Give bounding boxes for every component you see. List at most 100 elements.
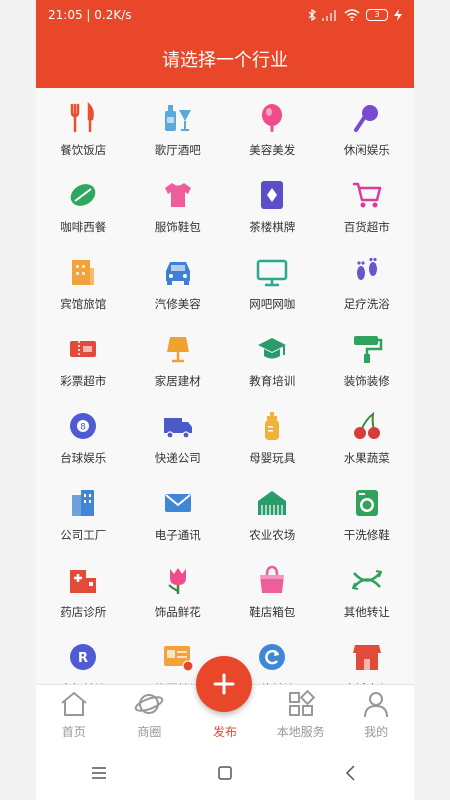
category-item-21[interactable]: 公司工厂 — [36, 473, 131, 550]
category-item-10[interactable]: 汽修美容 — [131, 242, 226, 319]
network-speed: 0.2K/s — [94, 8, 132, 22]
clock-time: 21:05 — [48, 8, 83, 22]
category-item-28[interactable]: 其他转让 — [320, 550, 415, 627]
category-item-25[interactable]: 药店诊所 — [36, 550, 131, 627]
category-item-26[interactable]: 饰品鲜花 — [131, 550, 226, 627]
bottle-glass-icon — [164, 105, 191, 131]
tulip-icon — [168, 568, 186, 594]
category-item-22[interactable]: 电子通讯 — [131, 473, 226, 550]
nav-item-home[interactable]: 首页 — [36, 689, 112, 746]
status-bar: 21:05 | 0.2K/s 3 — [36, 0, 414, 30]
coffee-bean-icon — [70, 184, 96, 206]
system-nav-bar — [36, 746, 414, 800]
cherries-icon — [353, 411, 380, 439]
microphone-icon — [353, 105, 378, 132]
category-item-14[interactable]: 家居建材 — [131, 319, 226, 396]
menu-icon[interactable] — [90, 764, 108, 782]
nav-label: 我的 — [364, 725, 389, 739]
washing-machine-icon — [355, 490, 378, 516]
planet-icon — [135, 694, 164, 714]
hospital-icon — [70, 570, 97, 593]
category-label: 其他转让 — [343, 605, 390, 619]
svg-text:R: R — [78, 651, 88, 666]
category-item-27[interactable]: 鞋店箱包 — [225, 550, 320, 627]
shopping-cart-icon — [352, 182, 381, 208]
playing-card-icon — [261, 181, 284, 209]
license-card-icon — [163, 646, 194, 672]
nav-item-business[interactable]: 商圈 — [112, 689, 188, 746]
category-item-9[interactable]: 宾馆旅馆 — [36, 242, 131, 319]
category-item-3[interactable]: 美容美发 — [225, 88, 320, 165]
storefront-icon — [352, 645, 381, 670]
mirror-icon — [262, 104, 283, 132]
apps-grid-icon — [288, 689, 315, 716]
category-item-5[interactable]: 咖啡西餐 — [36, 165, 131, 242]
office-building-icon — [72, 490, 95, 516]
category-item-20[interactable]: 水果蔬菜 — [320, 396, 415, 473]
category-item-6[interactable]: 服饰鞋包 — [131, 165, 226, 242]
nav-label: 首页 — [61, 725, 86, 739]
category-grid: 餐饮饭店 歌厅酒吧 美容美发 休闲娱乐咖啡西餐 服饰鞋包 茶楼棋牌 百货超市宾馆旅馆 汽修美容… — [36, 88, 414, 684]
category-label: 咖啡西餐 — [60, 220, 107, 234]
home-square-icon[interactable] — [216, 764, 234, 782]
category-label: 教育培训 — [249, 374, 296, 388]
nav-item-mine[interactable]: 我的 — [338, 689, 414, 746]
person-icon — [364, 692, 389, 718]
monitor-icon — [257, 259, 288, 287]
transfer-arrows-icon — [351, 570, 383, 590]
category-item-11[interactable]: 网吧网咖 — [225, 242, 320, 319]
nav-item-local-services[interactable]: 本地服务 — [263, 689, 339, 746]
category-item-2[interactable]: 歌厅酒吧 — [131, 88, 226, 165]
car-icon — [165, 262, 190, 285]
category-label: 鞋店箱包 — [249, 605, 296, 619]
category-label: 农业农场 — [249, 528, 296, 542]
category-item-23[interactable]: 农业农场 — [225, 473, 320, 550]
category-item-17[interactable]: 8 台球娱乐 — [36, 396, 131, 473]
category-item-16[interactable]: 装饰装修 — [320, 319, 415, 396]
status-time: 21:05 | 0.2K/s — [48, 8, 132, 22]
nav-label: 商圈 — [137, 725, 162, 739]
category-label: 公司工厂 — [60, 528, 107, 542]
envelope-icon — [164, 494, 191, 512]
category-item-18[interactable]: 快递公司 — [131, 396, 226, 473]
category-label: 服饰鞋包 — [154, 220, 201, 234]
page-title: 请选择一个行业 — [162, 50, 288, 71]
category-item-8[interactable]: 百货超市 — [320, 165, 415, 242]
category-label: 餐饮饭店 — [60, 143, 107, 157]
category-item-7[interactable]: 茶楼棋牌 — [225, 165, 320, 242]
category-item-15[interactable]: 教育培训 — [225, 319, 320, 396]
category-item-24[interactable]: 干洗修鞋 — [320, 473, 415, 550]
charging-icon — [394, 9, 402, 21]
bluetooth-icon — [308, 9, 316, 21]
category-label: 干洗修鞋 — [343, 528, 390, 542]
category-list[interactable]: 餐饮饭店 歌厅酒吧 美容美发 休闲娱乐咖啡西餐 服饰鞋包 茶楼棋牌 百货超市宾馆旅馆 汽修美容… — [36, 88, 414, 684]
category-label: 彩票超市 — [60, 374, 107, 388]
publish-button[interactable] — [196, 656, 252, 712]
home-icon — [61, 691, 87, 716]
back-icon[interactable] — [342, 764, 360, 782]
category-label: 宾馆旅馆 — [60, 297, 107, 311]
category-label: 休闲娱乐 — [343, 143, 390, 157]
category-item-32[interactable]: 商铺出租 — [320, 627, 415, 684]
category-item-12[interactable]: 足疗洗浴 — [320, 242, 415, 319]
category-label: 水果蔬菜 — [343, 451, 390, 465]
category-item-13[interactable]: 彩票超市 — [36, 319, 131, 396]
category-label: 母婴玩具 — [249, 451, 296, 465]
handbag-icon — [260, 565, 285, 593]
category-label: 歌厅酒吧 — [154, 143, 201, 157]
category-item-4[interactable]: 休闲娱乐 — [320, 88, 415, 165]
farm-barn-icon — [258, 491, 287, 515]
trademark-icon: R — [70, 644, 97, 670]
category-label: 饰品鲜花 — [154, 605, 201, 619]
category-item-19[interactable]: 母婴玩具 — [225, 396, 320, 473]
tshirt-icon — [164, 183, 191, 207]
lottery-ticket-icon — [70, 341, 97, 357]
header: 请选择一个行业 — [36, 30, 414, 88]
hotel-building-icon — [72, 260, 95, 285]
category-item-1[interactable]: 餐饮饭店 — [36, 88, 131, 165]
billiard-ball-icon: 8 — [70, 413, 97, 439]
nav-label: 发布 — [212, 725, 237, 739]
category-item-29[interactable]: R商标转让 — [36, 627, 131, 684]
status-indicators: 3 — [308, 9, 402, 21]
footprints-icon — [356, 257, 377, 280]
